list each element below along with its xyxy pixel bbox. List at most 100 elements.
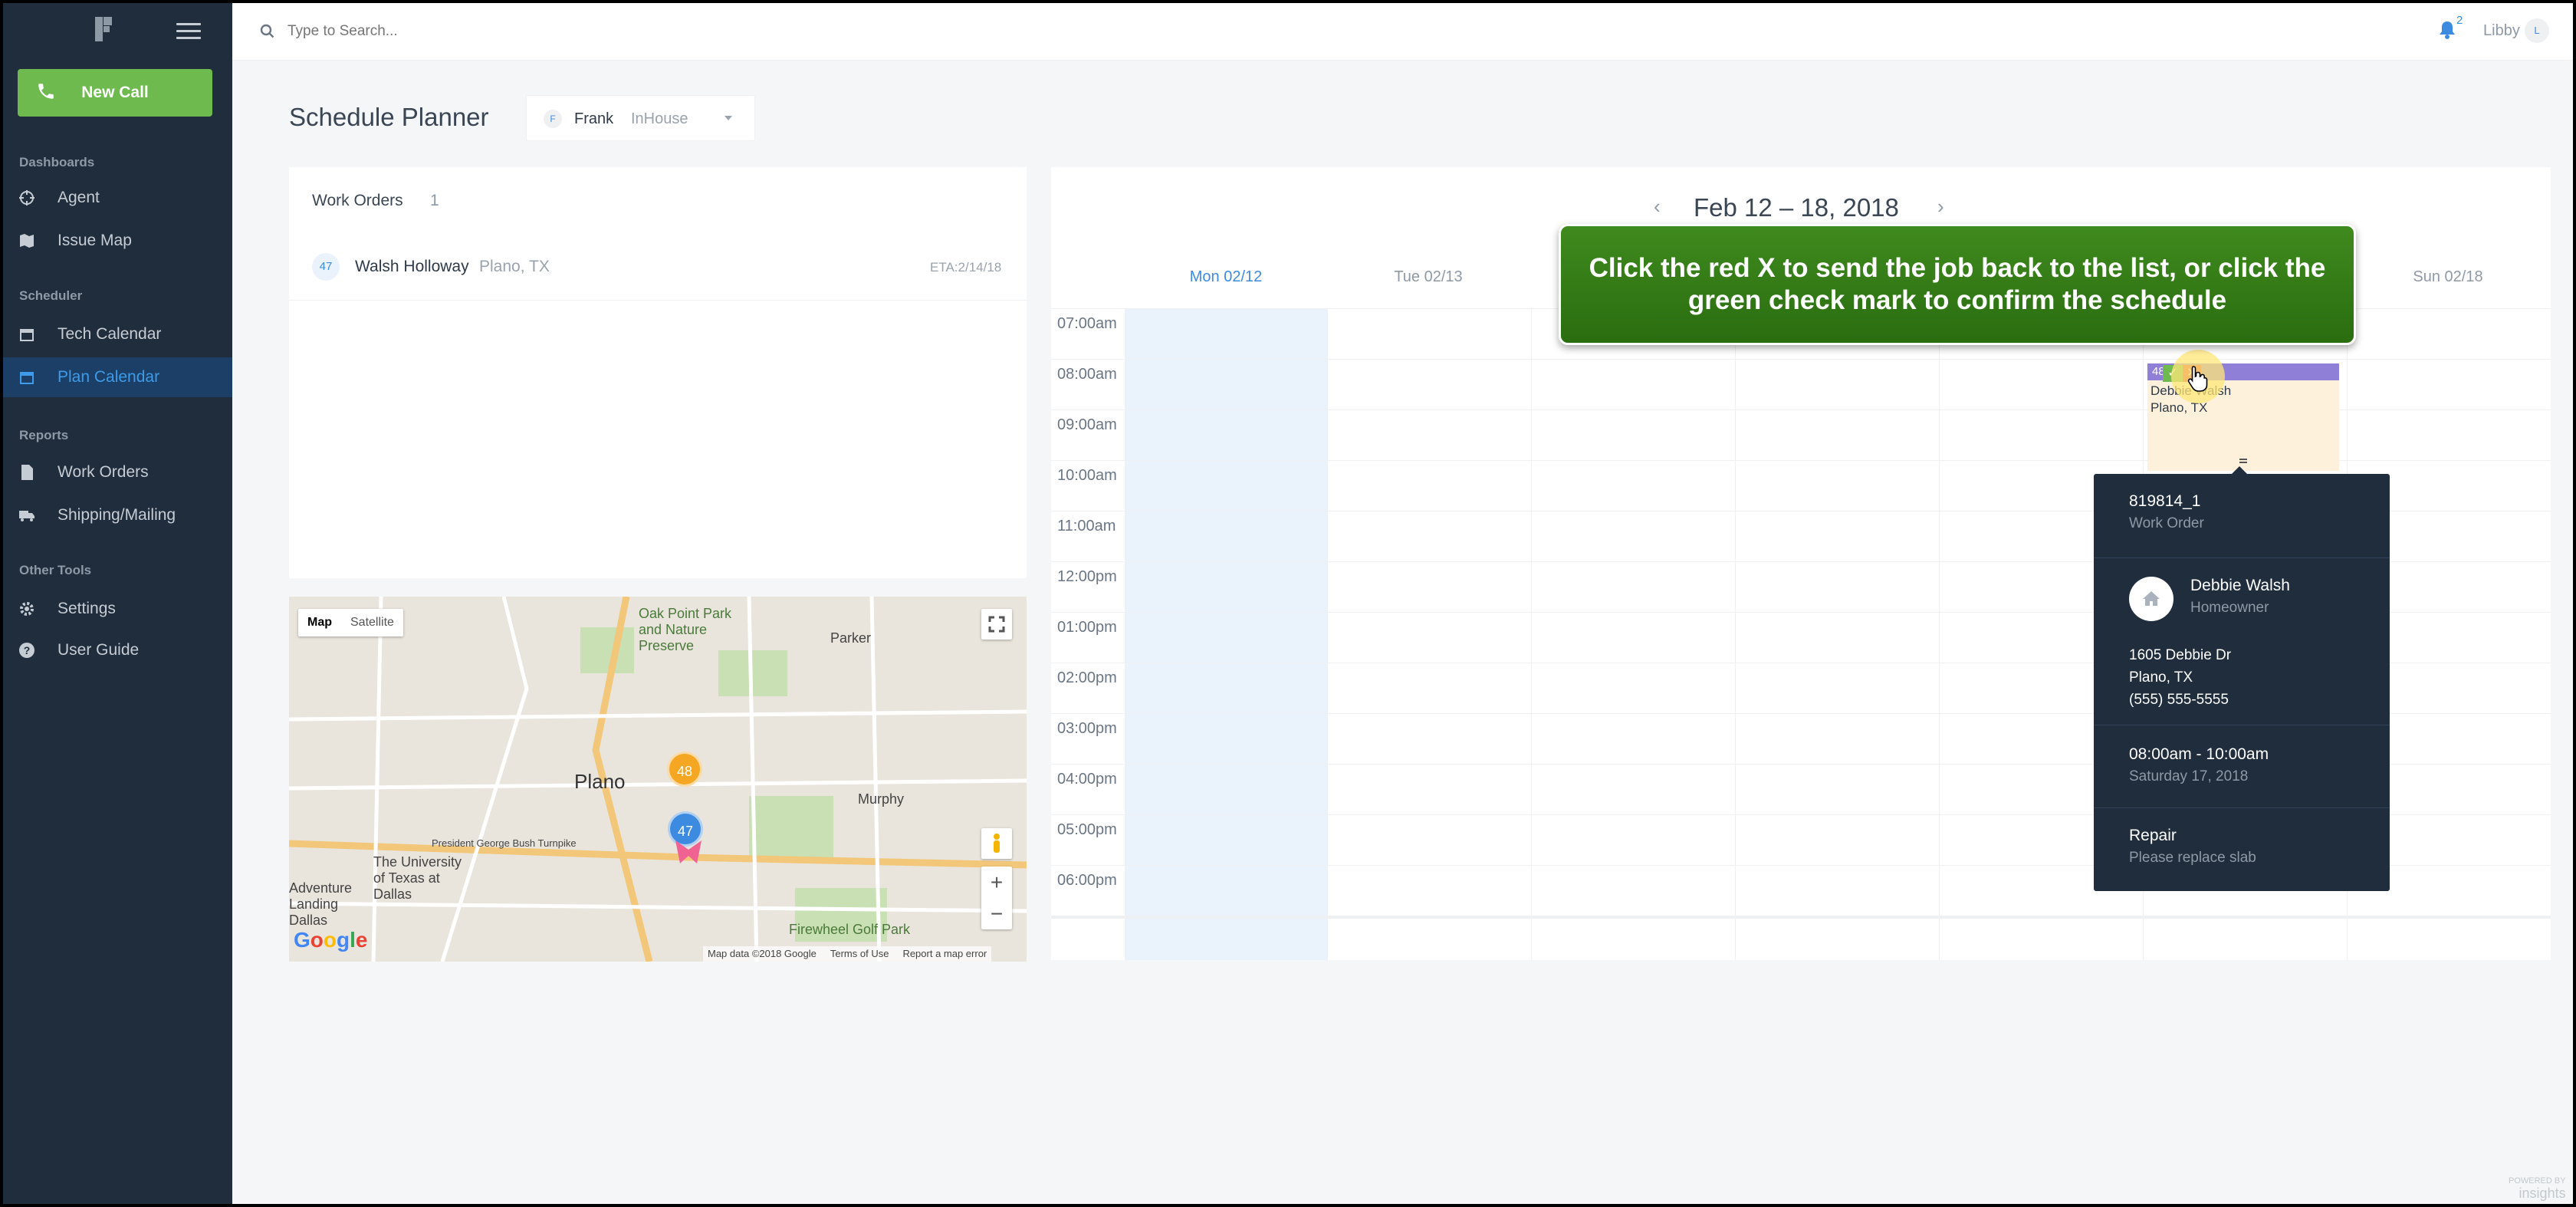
- fullscreen-button[interactable]: [981, 609, 1012, 640]
- new-call-label: New Call: [81, 84, 149, 101]
- terms-link[interactable]: Terms of Use: [830, 946, 889, 962]
- sidebar-item-label: Tech Calendar: [58, 325, 162, 343]
- document-icon: [21, 465, 33, 480]
- zoom-in-button[interactable]: +: [981, 867, 1012, 898]
- tech-last-name: InHouse: [631, 110, 688, 127]
- hour-label: 06:00pm: [1057, 872, 1117, 889]
- event-city: Plano, TX: [2150, 400, 2208, 415]
- new-call-button[interactable]: New Call: [18, 69, 212, 117]
- avatar[interactable]: L: [2525, 18, 2549, 43]
- hour-label: 03:00pm: [1057, 720, 1117, 737]
- sidebar-item-user-guide[interactable]: ? User Guide: [3, 630, 232, 670]
- watermark-line: POWERED BY: [2509, 1176, 2566, 1186]
- map-label: Oak Point Park and Nature Preserve: [639, 606, 732, 653]
- search-icon: [260, 24, 274, 38]
- sidebar-item-settings[interactable]: Settings: [3, 589, 232, 629]
- tech-initial-badge: F: [544, 110, 562, 128]
- sidebar-item-shipping[interactable]: Shipping/Mailing: [3, 495, 232, 535]
- google-logo: Google: [294, 928, 368, 952]
- watermark: POWERED BY insights: [2509, 1176, 2566, 1202]
- work-orders-title: Work Orders: [312, 192, 403, 209]
- chevron-right-icon[interactable]: ›: [1937, 195, 1944, 219]
- column-divider: [1939, 308, 1940, 960]
- work-order-name: Walsh Holloway: [355, 258, 469, 275]
- hour-label: 07:00am: [1057, 315, 1117, 332]
- list-item[interactable]: 47 Walsh Holloway Plano, TX ETA:2/14/18: [289, 236, 1027, 301]
- notification-count-badge: 2: [2456, 14, 2463, 27]
- address-line-1: 1605 Debbie Dr: [2129, 647, 2232, 663]
- menu-toggle-icon[interactable]: [176, 23, 201, 40]
- page-title: Schedule Planner: [289, 103, 489, 131]
- map-attribution: Map data ©2018 Google: [708, 948, 816, 959]
- popover-time-section: 08:00am - 10:00am Saturday 17, 2018: [2094, 725, 2390, 808]
- map-label: The University of Texas at Dallas: [373, 854, 462, 902]
- gear-icon: [20, 602, 34, 616]
- map-pin[interactable]: 48: [667, 751, 702, 787]
- phone-number[interactable]: (555) 555-5555: [2129, 689, 2231, 711]
- address-line-2: Plano, TX: [2129, 669, 2193, 686]
- zoom-control: + −: [981, 867, 1012, 929]
- tech-first-name: Frank: [574, 110, 614, 127]
- sidebar-item-label: Shipping/Mailing: [58, 506, 176, 524]
- calendar-icon: [20, 329, 34, 341]
- hour-label: 09:00am: [1057, 416, 1117, 433]
- work-orders-panel: Work Orders 1 47 Walsh Holloway Plano, T…: [289, 167, 1027, 578]
- map-type-map-button[interactable]: Map: [298, 609, 341, 636]
- fullscreen-icon: [988, 616, 1005, 633]
- column-divider: [1531, 308, 1532, 960]
- section-dashboards: Dashboards: [19, 155, 95, 169]
- map-type-satellite-button[interactable]: Satellite: [341, 609, 403, 636]
- sidebar-item-agent[interactable]: Agent: [3, 178, 232, 218]
- order-number: 819814_1: [2129, 492, 2201, 510]
- sidebar-item-label: Work Orders: [58, 463, 149, 481]
- technician-select[interactable]: F Frank InHouse: [526, 95, 755, 141]
- app-logo-icon[interactable]: [94, 15, 113, 43]
- hour-label: 12:00pm: [1057, 568, 1117, 585]
- map-footer: Map data ©2018 Google Terms of Use Repor…: [703, 946, 992, 962]
- help-icon: ?: [19, 643, 34, 658]
- sidebar-item-label: User Guide: [58, 641, 140, 659]
- chevron-down-icon: [724, 116, 732, 120]
- order-type: Work Order: [2129, 515, 2204, 531]
- appointment-time: 08:00am - 10:00am: [2129, 745, 2269, 763]
- sidebar: New Call Dashboards Agent Issue Map Sche…: [3, 3, 232, 1204]
- truck-icon: [19, 511, 34, 521]
- bell-icon[interactable]: [2439, 20, 2456, 40]
- sidebar-item-work-orders[interactable]: Work Orders: [3, 452, 232, 492]
- hour-label: 02:00pm: [1057, 669, 1117, 686]
- map-icon: [20, 234, 34, 248]
- day-header: Tue 02/13: [1394, 268, 1463, 285]
- hour-label: 01:00pm: [1057, 619, 1117, 636]
- column-divider: [1735, 308, 1736, 960]
- section-other-tools: Other Tools: [19, 563, 92, 577]
- sidebar-item-label: Plan Calendar: [58, 368, 160, 386]
- sidebar-item-tech-calendar[interactable]: Tech Calendar: [3, 314, 232, 354]
- map-view[interactable]: Oak Point Park and Nature Preserve Parke…: [289, 597, 1027, 962]
- app-window: New Call Dashboards Agent Issue Map Sche…: [3, 3, 2573, 1204]
- search-input[interactable]: [288, 20, 748, 43]
- customer-avatar: [2129, 577, 2174, 621]
- pegman-icon: [994, 834, 1000, 853]
- work-orders-count: 1: [430, 192, 439, 209]
- report-error-link[interactable]: Report a map error: [902, 946, 987, 962]
- sidebar-item-issue-map[interactable]: Issue Map: [3, 221, 232, 261]
- resize-handle-icon[interactable]: [2239, 459, 2247, 463]
- hand-cursor-icon: [2187, 366, 2208, 392]
- sidebar-item-label: Agent: [58, 189, 100, 206]
- map-type-toggle: Map Satellite: [298, 609, 403, 636]
- street-view-button[interactable]: [981, 828, 1012, 859]
- hour-label: 10:00am: [1057, 467, 1117, 484]
- zoom-out-button[interactable]: −: [981, 898, 1012, 929]
- home-icon: [2143, 591, 2160, 606]
- sidebar-item-plan-calendar[interactable]: Plan Calendar: [3, 357, 232, 397]
- grid-footer-line: [1051, 916, 2551, 919]
- user-name[interactable]: Libby: [2483, 22, 2520, 40]
- sidebar-item-label: Issue Map: [58, 232, 132, 249]
- event-details-popover: 819814_1 Work Order Debbie Walsh Homeown…: [2094, 466, 2390, 891]
- hour-label: 05:00pm: [1057, 821, 1117, 838]
- section-reports: Reports: [19, 428, 69, 442]
- work-order-eta: ETA:2/14/18: [930, 260, 1002, 275]
- chevron-left-icon[interactable]: ‹: [1654, 195, 1661, 219]
- section-scheduler: Scheduler: [19, 288, 83, 303]
- popover-job-section: Repair Please replace slab: [2094, 808, 2390, 891]
